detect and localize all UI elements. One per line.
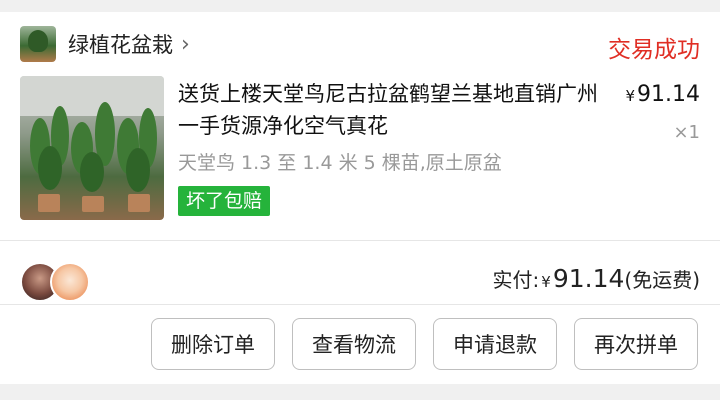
order-total: 实付: ¥91.14(免运费) (493, 264, 700, 293)
total-currency: ¥ (541, 273, 551, 291)
reorder-button[interactable]: 再次拼单 (574, 318, 698, 370)
total-amount: 91.14 (552, 264, 625, 293)
product-quantity: ×1 (673, 122, 700, 143)
total-label: 实付: (492, 268, 540, 292)
price-currency: ¥ (625, 87, 636, 105)
divider (0, 304, 720, 305)
avatar (50, 262, 90, 302)
delete-order-button[interactable]: 删除订单 (151, 318, 275, 370)
store-name[interactable]: 绿植花盆栽 (68, 29, 173, 59)
product-thumbnail[interactable] (20, 76, 164, 220)
store-avatar (20, 26, 56, 62)
shipping-note: (免运费) (624, 268, 700, 292)
product-spec: 天堂鸟 1.3 至 1.4 米 5 棵苗,原土原盆 (178, 152, 502, 174)
store-header[interactable]: 绿植花盆栽 › (20, 26, 190, 62)
order-card: 绿植花盆栽 › 交易成功 送货上楼天堂鸟尼古拉盆鹤望兰基地直销广州一手货源净化空… (0, 12, 720, 384)
product-title[interactable]: 送货上楼天堂鸟尼古拉盆鹤望兰基地直销广州一手货源净化空气真花 (178, 78, 598, 142)
divider (0, 240, 720, 241)
price-value: 91.14 (637, 82, 700, 107)
order-status: 交易成功 (608, 37, 700, 63)
product-price: ¥91.14 (625, 82, 700, 107)
request-refund-button[interactable]: 申请退款 (433, 318, 557, 370)
chevron-right-icon: › (181, 31, 190, 57)
guarantee-badge: 坏了包赔 (178, 186, 271, 216)
view-logistics-button[interactable]: 查看物流 (292, 318, 416, 370)
